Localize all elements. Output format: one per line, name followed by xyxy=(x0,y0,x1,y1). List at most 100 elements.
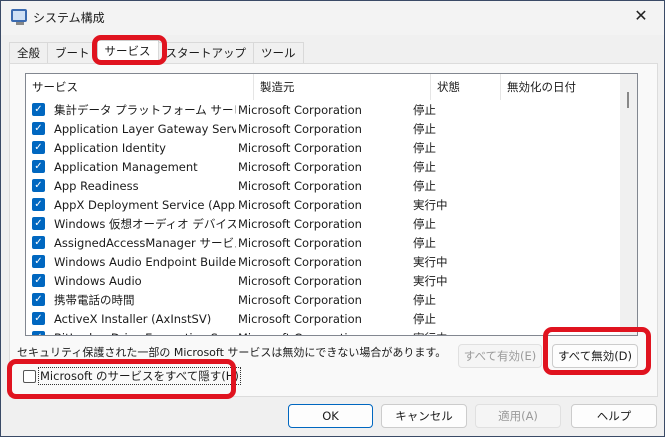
manufacturer: Microsoft Corporation xyxy=(238,311,362,326)
status: 停止 xyxy=(413,311,436,326)
service-name-cell: ✓ Windows Audio xyxy=(26,274,236,288)
service-checkbox[interactable]: ✓ xyxy=(32,217,45,230)
service-checkbox[interactable]: ✓ xyxy=(32,312,45,325)
service-checkbox[interactable]: ✓ xyxy=(32,179,45,192)
manufacturer: Microsoft Corporation xyxy=(238,273,362,288)
service-row[interactable]: ✓ Windows Audio Endpoint Builder Microsoft… xyxy=(26,252,620,271)
service-name: Windows Audio Endpoint Builder xyxy=(54,254,236,269)
msconfig-icon xyxy=(11,9,27,25)
tab-startup[interactable]: スタートアップ xyxy=(157,42,254,63)
service-name-cell: ✓ BitLocker Drive Encryption Service xyxy=(26,331,236,336)
manufacturer: Microsoft Corporation xyxy=(238,140,362,155)
status: 停止 xyxy=(413,216,436,231)
tab-tools[interactable]: ツール xyxy=(253,42,304,63)
service-name-cell: ✓ Windows 仮想オーディオ デバイス プロキ... xyxy=(26,216,236,232)
service-name-cell: ✓ App Readiness xyxy=(26,179,236,193)
cancel-button[interactable]: キャンセル xyxy=(381,404,467,428)
manufacturer: Microsoft Corporation xyxy=(238,178,362,193)
service-checkbox[interactable]: ✓ xyxy=(32,331,45,335)
manufacturer: Microsoft Corporation xyxy=(238,235,362,250)
manufacturer: Microsoft Corporation xyxy=(238,216,362,231)
service-name: AssignedAccessManager サービス xyxy=(54,235,236,250)
service-row[interactable]: ✓ ActiveX Installer (AxInstSV) Microsoft C… xyxy=(26,309,620,328)
help-button[interactable]: ヘルプ xyxy=(571,404,657,428)
service-name-cell: ✓ Windows Audio Endpoint Builder xyxy=(26,255,236,269)
service-row[interactable]: ✓ Windows 仮想オーディオ デバイス プロキ...Microsoft Co… xyxy=(26,214,620,233)
service-checkbox[interactable]: ✓ xyxy=(32,255,45,268)
services-list[interactable]: サービス 製造元 状態 無効化の日付 ✓集計データ プラットフォーム サービスM… xyxy=(25,73,638,336)
service-row[interactable]: ✓ Application Layer Gateway Service Micros… xyxy=(26,119,620,138)
service-row[interactable]: ✓ 携帯電話の時間 Microsoft Corporation 停止 xyxy=(26,290,620,309)
column-status[interactable]: 状態 xyxy=(431,74,501,100)
service-name-cell: ✓ 携帯電話の時間 xyxy=(26,292,236,308)
service-row[interactable]: ✓ Application Identity Microsoft Corporati… xyxy=(26,138,620,157)
service-name-cell: ✓ Application Layer Gateway Service xyxy=(26,122,236,136)
title-bar: システム構成 ✕ xyxy=(1,1,664,35)
manufacturer: Microsoft Corporation xyxy=(238,292,362,307)
highlight-disable-all xyxy=(543,327,651,375)
column-date-disabled[interactable]: 無効化の日付 xyxy=(501,74,620,100)
tab-boot[interactable]: ブート xyxy=(47,42,98,63)
service-name: Application Management xyxy=(54,159,198,174)
status: 停止 xyxy=(413,140,436,155)
service-name-cell: ✓ AppX Deployment Service (AppXSVC) xyxy=(26,198,236,212)
vertical-scrollbar[interactable] xyxy=(620,74,637,335)
status: 停止 xyxy=(413,102,436,117)
enable-all-button[interactable]: すべて有効(E) xyxy=(458,344,542,368)
service-checkbox[interactable]: ✓ xyxy=(32,198,45,211)
service-name: 携帯電話の時間 xyxy=(54,292,135,307)
status: 実行中 xyxy=(413,197,448,212)
close-button[interactable]: ✕ xyxy=(618,1,664,31)
manufacturer: Microsoft Corporation xyxy=(238,159,362,174)
service-row[interactable]: ✓ App Readiness Microsoft Corporation 停止 xyxy=(26,176,620,195)
status: 停止 xyxy=(413,292,436,307)
tab-general[interactable]: 全般 xyxy=(9,42,48,63)
service-checkbox[interactable]: ✓ xyxy=(32,160,45,173)
manufacturer: Microsoft Corporation xyxy=(238,102,362,117)
status: 実行中 xyxy=(413,273,448,288)
security-note: セキュリティ保護された一部の Microsoft サービスは無効にできない場合が… xyxy=(17,346,447,359)
service-row[interactable]: ✓ Application Management Microsoft Corpora… xyxy=(26,157,620,176)
service-checkbox[interactable]: ✓ xyxy=(32,141,45,154)
service-row[interactable]: ✓ AssignedAccessManager サービス Microsoft Cor… xyxy=(26,233,620,252)
service-name: Application Identity xyxy=(54,140,166,155)
service-name: ActiveX Installer (AxInstSV) xyxy=(54,311,212,326)
service-row[interactable]: ✓ 集計データ プラットフォーム サービスMicrosoft Corporatio… xyxy=(26,100,620,119)
service-checkbox[interactable]: ✓ xyxy=(32,236,45,249)
apply-button[interactable]: 適用(A) xyxy=(475,404,561,428)
service-name: Windows 仮想オーディオ デバイス プロキ... xyxy=(54,216,236,231)
status: 停止 xyxy=(413,159,436,174)
column-service[interactable]: サービス xyxy=(26,74,254,100)
manufacturer: Microsoft Corporation xyxy=(238,121,362,136)
service-checkbox[interactable]: ✓ xyxy=(32,293,45,306)
service-checkbox[interactable]: ✓ xyxy=(32,274,45,287)
manufacturer: Microsoft Corporation xyxy=(238,254,362,269)
status: 停止 xyxy=(413,235,436,250)
list-header: サービス 製造元 状態 無効化の日付 xyxy=(26,74,620,100)
service-name-cell: ✓ Application Management xyxy=(26,160,236,174)
status: 停止 xyxy=(413,121,436,136)
scrollbar-thumb[interactable] xyxy=(627,92,629,108)
service-name-cell: ✓ ActiveX Installer (AxInstSV) xyxy=(26,312,236,326)
service-name: AppX Deployment Service (AppXSVC) xyxy=(54,197,236,212)
column-manufacturer[interactable]: 製造元 xyxy=(254,74,431,100)
ok-button[interactable]: OK xyxy=(288,404,373,428)
service-name: BitLocker Drive Encryption Service xyxy=(54,331,236,336)
status: 停止 xyxy=(413,178,436,193)
service-row[interactable]: ✓ Windows Audio Microsoft Corporation 実行中 xyxy=(26,271,620,290)
service-name-cell: ✓ Application Identity xyxy=(26,141,236,155)
service-row[interactable]: ✓ AppX Deployment Service (AppXSVC)Micros… xyxy=(26,195,620,214)
highlight-services-tab xyxy=(92,35,167,65)
service-name: Windows Audio xyxy=(54,273,142,288)
window-title: システム構成 xyxy=(33,11,105,25)
service-name-cell: ✓ AssignedAccessManager サービス xyxy=(26,235,236,251)
service-checkbox[interactable]: ✓ xyxy=(32,103,45,116)
service-name-cell: ✓ 集計データ プラットフォーム サービス xyxy=(26,102,236,118)
service-row[interactable]: ✓ BitLocker Drive Encryption ServiceMicro… xyxy=(26,328,620,336)
service-name: App Readiness xyxy=(54,178,139,193)
highlight-hide-checkbox xyxy=(7,359,236,399)
service-checkbox[interactable]: ✓ xyxy=(32,122,45,135)
status: 実行中 xyxy=(413,330,483,336)
service-name: Application Layer Gateway Service xyxy=(54,121,236,136)
manufacturer: Microsoft Corporation xyxy=(238,197,362,212)
